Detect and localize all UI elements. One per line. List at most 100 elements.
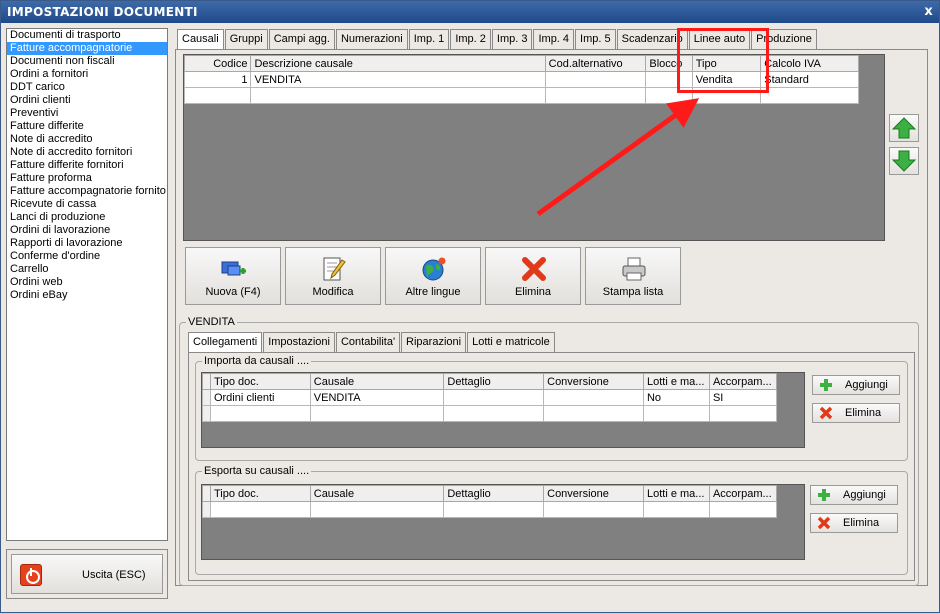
table-cell[interactable] bbox=[708, 405, 778, 422]
table-cell[interactable] bbox=[250, 87, 546, 104]
column-header[interactable]: Cod.alternativo bbox=[544, 55, 647, 72]
new-causale-button[interactable]: Nuova (F4) bbox=[185, 247, 281, 305]
document-list-item[interactable]: Ordini a fornitori bbox=[7, 68, 167, 81]
document-list-item[interactable]: Fatture accompagnatorie bbox=[7, 42, 167, 55]
column-header[interactable]: Calcolo IVA bbox=[760, 55, 859, 72]
table-cell[interactable]: 1 bbox=[184, 71, 252, 88]
document-list-item[interactable]: Documenti non fiscali bbox=[7, 55, 167, 68]
table-cell[interactable]: Ordini clienti bbox=[209, 389, 311, 406]
tab-campi-agg[interactable]: Campi agg. bbox=[268, 29, 335, 49]
column-header[interactable]: Causale bbox=[309, 485, 445, 502]
export-grid[interactable]: Tipo doc. Causale Dettaglio Conversione Lott… bbox=[201, 484, 805, 560]
document-list-item[interactable]: Lanci di produzione bbox=[7, 211, 167, 224]
document-list-item[interactable]: Ordini di lavorazione bbox=[7, 224, 167, 237]
document-list-item[interactable]: Note di accredito bbox=[7, 133, 167, 146]
document-list-item[interactable]: Fatture proforma bbox=[7, 172, 167, 185]
export-delete-button[interactable]: Elimina bbox=[810, 513, 898, 533]
tab-imp-5[interactable]: Imp. 5 bbox=[575, 29, 616, 49]
document-list-item[interactable]: Fatture differite fornitori bbox=[7, 159, 167, 172]
table-cell[interactable]: Standard bbox=[760, 71, 859, 88]
export-add-button[interactable]: Aggiungi bbox=[810, 485, 898, 505]
detail-tab-collegamenti[interactable]: Collegamenti bbox=[188, 332, 263, 353]
row-selector[interactable] bbox=[202, 389, 211, 406]
table-cell[interactable] bbox=[708, 501, 778, 518]
row-selector[interactable] bbox=[202, 405, 211, 422]
table-row[interactable] bbox=[202, 501, 778, 518]
column-header[interactable]: Lotti e ma... bbox=[642, 373, 710, 390]
tab-numerazioni[interactable]: Numerazioni bbox=[335, 29, 408, 49]
column-header[interactable]: Conversione bbox=[543, 373, 644, 390]
document-list-item[interactable]: Ordini web bbox=[7, 276, 167, 289]
document-list-item[interactable]: Carrello bbox=[7, 263, 167, 276]
column-header[interactable]: Dettaglio bbox=[443, 373, 545, 390]
table-cell[interactable]: VENDITA bbox=[309, 389, 445, 406]
table-row[interactable]: Ordini clienti VENDITA No SI bbox=[202, 389, 778, 406]
row-selector[interactable] bbox=[202, 501, 211, 518]
table-cell[interactable] bbox=[544, 87, 647, 104]
table-cell[interactable] bbox=[309, 405, 445, 422]
table-cell[interactable] bbox=[209, 405, 311, 422]
detail-tab-impostazioni[interactable]: Impostazioni bbox=[263, 332, 335, 352]
document-list-item[interactable]: Conferme d'ordine bbox=[7, 250, 167, 263]
table-cell[interactable] bbox=[543, 501, 644, 518]
import-add-button[interactable]: Aggiungi bbox=[812, 375, 900, 395]
document-list-item[interactable]: Documenti di trasporto bbox=[7, 29, 167, 42]
document-list-item[interactable]: DDT carico bbox=[7, 81, 167, 94]
other-languages-button[interactable]: Altre lingue bbox=[385, 247, 481, 305]
tab-imp-4[interactable]: Imp. 4 bbox=[533, 29, 575, 49]
table-cell[interactable] bbox=[209, 501, 311, 518]
tab-imp-2[interactable]: Imp. 2 bbox=[450, 29, 491, 49]
document-list-item[interactable]: Ordini clienti bbox=[7, 94, 167, 107]
column-header[interactable]: Accorpam... bbox=[708, 485, 778, 502]
table-cell[interactable] bbox=[443, 405, 545, 422]
delete-causale-button[interactable]: Elimina bbox=[485, 247, 581, 305]
edit-causale-button[interactable]: Modifica bbox=[285, 247, 381, 305]
table-cell[interactable] bbox=[443, 389, 545, 406]
table-cell[interactable] bbox=[760, 87, 859, 104]
document-list-item[interactable]: Fatture differite bbox=[7, 120, 167, 133]
table-cell[interactable]: VENDITA bbox=[250, 71, 546, 88]
table-cell[interactable]: SI bbox=[708, 389, 778, 406]
table-cell[interactable] bbox=[184, 87, 252, 104]
exit-button[interactable]: Uscita (ESC) bbox=[11, 554, 163, 594]
column-header[interactable]: Lotti e ma... bbox=[642, 485, 710, 502]
table-cell[interactable] bbox=[443, 501, 545, 518]
column-header[interactable]: Accorpam... bbox=[708, 373, 778, 390]
table-cell[interactable] bbox=[543, 389, 644, 406]
document-list-item[interactable]: Ricevute di cassa bbox=[7, 198, 167, 211]
detail-tab-lotti-e-matricole[interactable]: Lotti e matricole bbox=[467, 332, 555, 352]
tab-gruppi[interactable]: Gruppi bbox=[224, 29, 268, 49]
table-cell[interactable] bbox=[309, 501, 445, 518]
detail-tab-riparazioni[interactable]: Riparazioni bbox=[401, 332, 467, 352]
detail-tab-contabilita[interactable]: Contabilita' bbox=[335, 332, 401, 352]
column-header[interactable]: Conversione bbox=[543, 485, 644, 502]
table-row[interactable] bbox=[202, 405, 778, 422]
document-type-list[interactable]: Documenti di trasporto Fatture accompagna… bbox=[6, 28, 168, 541]
document-list-item[interactable]: Ordini eBay bbox=[7, 289, 167, 302]
column-header[interactable]: Codice bbox=[184, 55, 252, 72]
column-header[interactable]: Tipo doc. bbox=[209, 485, 311, 502]
column-header[interactable]: Causale bbox=[309, 373, 445, 390]
print-list-button[interactable]: Stampa lista bbox=[585, 247, 681, 305]
tab-imp-3[interactable]: Imp. 3 bbox=[491, 29, 533, 49]
table-cell[interactable] bbox=[543, 405, 644, 422]
document-list-item[interactable]: Rapporti di lavorazione bbox=[7, 237, 167, 250]
document-list-item[interactable]: Preventivi bbox=[7, 107, 167, 120]
table-cell[interactable]: No bbox=[642, 389, 710, 406]
tab-imp-1[interactable]: Imp. 1 bbox=[408, 29, 450, 49]
causali-grid[interactable]: Codice Descrizione causale Cod.alternativo… bbox=[183, 54, 885, 241]
table-cell[interactable] bbox=[642, 501, 710, 518]
move-up-button[interactable] bbox=[889, 114, 919, 142]
tab-causali[interactable]: Causali bbox=[177, 29, 224, 50]
column-header[interactable]: Dettaglio bbox=[443, 485, 545, 502]
move-down-button[interactable] bbox=[889, 147, 919, 175]
table-cell[interactable] bbox=[642, 405, 710, 422]
document-list-item[interactable]: Fatture accompagnatorie fornito bbox=[7, 185, 167, 198]
table-cell[interactable] bbox=[544, 71, 647, 88]
import-delete-button[interactable]: Elimina bbox=[812, 403, 900, 423]
import-grid[interactable]: Tipo doc. Causale Dettaglio Conversione Lott… bbox=[201, 372, 805, 448]
close-icon[interactable]: x bbox=[924, 4, 933, 19]
column-header[interactable]: Descrizione causale bbox=[250, 55, 546, 72]
column-header[interactable]: Tipo doc. bbox=[209, 373, 311, 390]
document-list-item[interactable]: Note di accredito fornitori bbox=[7, 146, 167, 159]
